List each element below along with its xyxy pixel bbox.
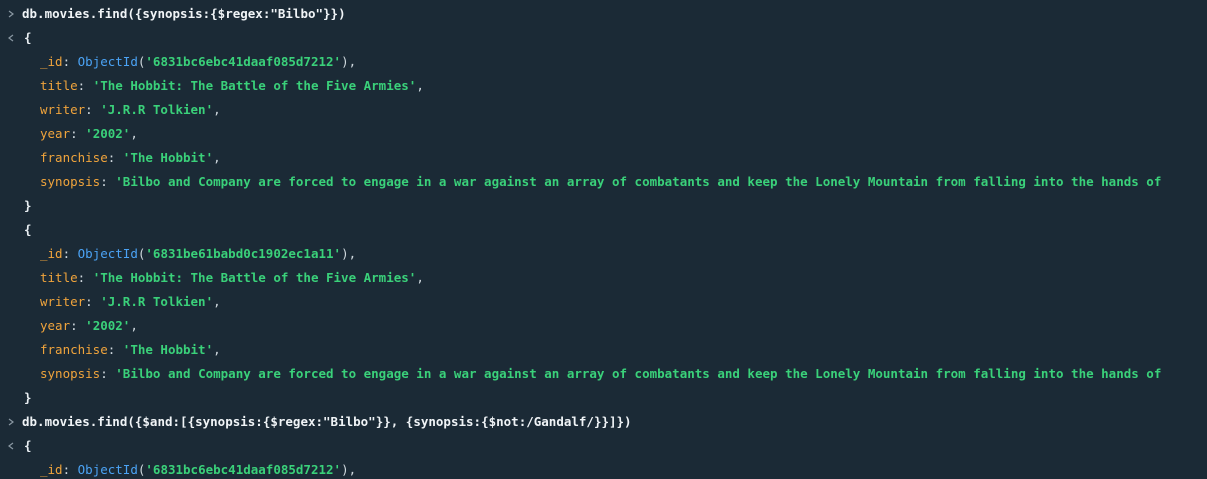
chevron-left-icon bbox=[0, 434, 22, 458]
field-value: 'Bilbo and Company are forced to engage … bbox=[115, 174, 1162, 189]
field-value: 'The Hobbit' bbox=[122, 150, 214, 165]
field-key: _id bbox=[40, 246, 63, 261]
field-key: synopsis bbox=[40, 174, 101, 189]
field-value: 'Bilbo and Company are forced to engage … bbox=[115, 366, 1162, 381]
field-value: '6831bc6ebc41daaf085d7212' bbox=[145, 462, 342, 477]
output-line: { bbox=[0, 26, 1207, 50]
field-year: year: '2002', bbox=[40, 318, 138, 333]
field-synopsis: synopsis: 'Bilbo and Company are forced … bbox=[40, 366, 1162, 381]
open-brace: { bbox=[24, 222, 32, 237]
field-value: 'The Hobbit' bbox=[122, 342, 214, 357]
chevron-right-icon bbox=[0, 410, 22, 434]
objectid-fn: ObjectId bbox=[77, 462, 138, 477]
field-title: title: 'The Hobbit: The Battle of the Fi… bbox=[40, 78, 424, 93]
field-id: _id: ObjectId('6831bc6ebc41daaf085d7212'… bbox=[40, 462, 357, 477]
output-line: { bbox=[0, 434, 1207, 458]
field-key: _id bbox=[40, 54, 63, 69]
output-line: } bbox=[0, 194, 1207, 218]
field-value: '2002' bbox=[85, 318, 131, 333]
field-value: 'J.R.R Tolkien' bbox=[100, 102, 214, 117]
field-id: _id: ObjectId('6831bc6ebc41daaf085d7212'… bbox=[40, 54, 357, 69]
mongo-shell-output: db.movies.find({synopsis:{$regex:"Bilbo"… bbox=[0, 0, 1207, 479]
field-key: synopsis bbox=[40, 366, 101, 381]
field-key: franchise bbox=[40, 342, 108, 357]
query-command: db.movies.find({synopsis:{$regex:"Bilbo"… bbox=[22, 6, 346, 21]
output-line: } bbox=[0, 386, 1207, 410]
field-franchise: franchise: 'The Hobbit', bbox=[40, 150, 221, 165]
input-line[interactable]: db.movies.find({synopsis:{$regex:"Bilbo"… bbox=[0, 2, 1207, 26]
field-writer: writer: 'J.R.R Tolkien', bbox=[40, 294, 221, 309]
objectid-fn: ObjectId bbox=[77, 246, 138, 261]
field-key: writer bbox=[40, 294, 86, 309]
output-line: { bbox=[0, 218, 1207, 242]
input-line[interactable]: db.movies.find({$and:[{synopsis:{$regex:… bbox=[0, 410, 1207, 434]
field-key: _id bbox=[40, 462, 63, 477]
field-value: '2002' bbox=[85, 126, 131, 141]
field-key: writer bbox=[40, 102, 86, 117]
field-franchise: franchise: 'The Hobbit', bbox=[40, 342, 221, 357]
open-brace: { bbox=[24, 30, 32, 45]
field-key: franchise bbox=[40, 150, 108, 165]
field-key: year bbox=[40, 126, 71, 141]
open-brace: { bbox=[24, 438, 32, 453]
close-brace: } bbox=[24, 198, 32, 213]
objectid-fn: ObjectId bbox=[77, 54, 138, 69]
field-value: '6831bc6ebc41daaf085d7212' bbox=[145, 54, 342, 69]
field-key: title bbox=[40, 78, 78, 93]
query-command: db.movies.find({$and:[{synopsis:{$regex:… bbox=[22, 414, 632, 429]
field-title: title: 'The Hobbit: The Battle of the Fi… bbox=[40, 270, 424, 285]
field-value: 'J.R.R Tolkien' bbox=[100, 294, 214, 309]
field-synopsis: synopsis: 'Bilbo and Company are forced … bbox=[40, 174, 1162, 189]
field-key: year bbox=[40, 318, 71, 333]
field-value: '6831be61babd0c1902ec1a11' bbox=[145, 246, 342, 261]
field-value: 'The Hobbit: The Battle of the Five Armi… bbox=[92, 78, 417, 93]
field-value: 'The Hobbit: The Battle of the Five Armi… bbox=[92, 270, 417, 285]
field-writer: writer: 'J.R.R Tolkien', bbox=[40, 102, 221, 117]
field-year: year: '2002', bbox=[40, 126, 138, 141]
field-key: title bbox=[40, 270, 78, 285]
field-id: _id: ObjectId('6831be61babd0c1902ec1a11'… bbox=[40, 246, 357, 261]
chevron-left-icon bbox=[0, 26, 22, 50]
chevron-right-icon bbox=[0, 2, 22, 26]
close-brace: } bbox=[24, 390, 32, 405]
